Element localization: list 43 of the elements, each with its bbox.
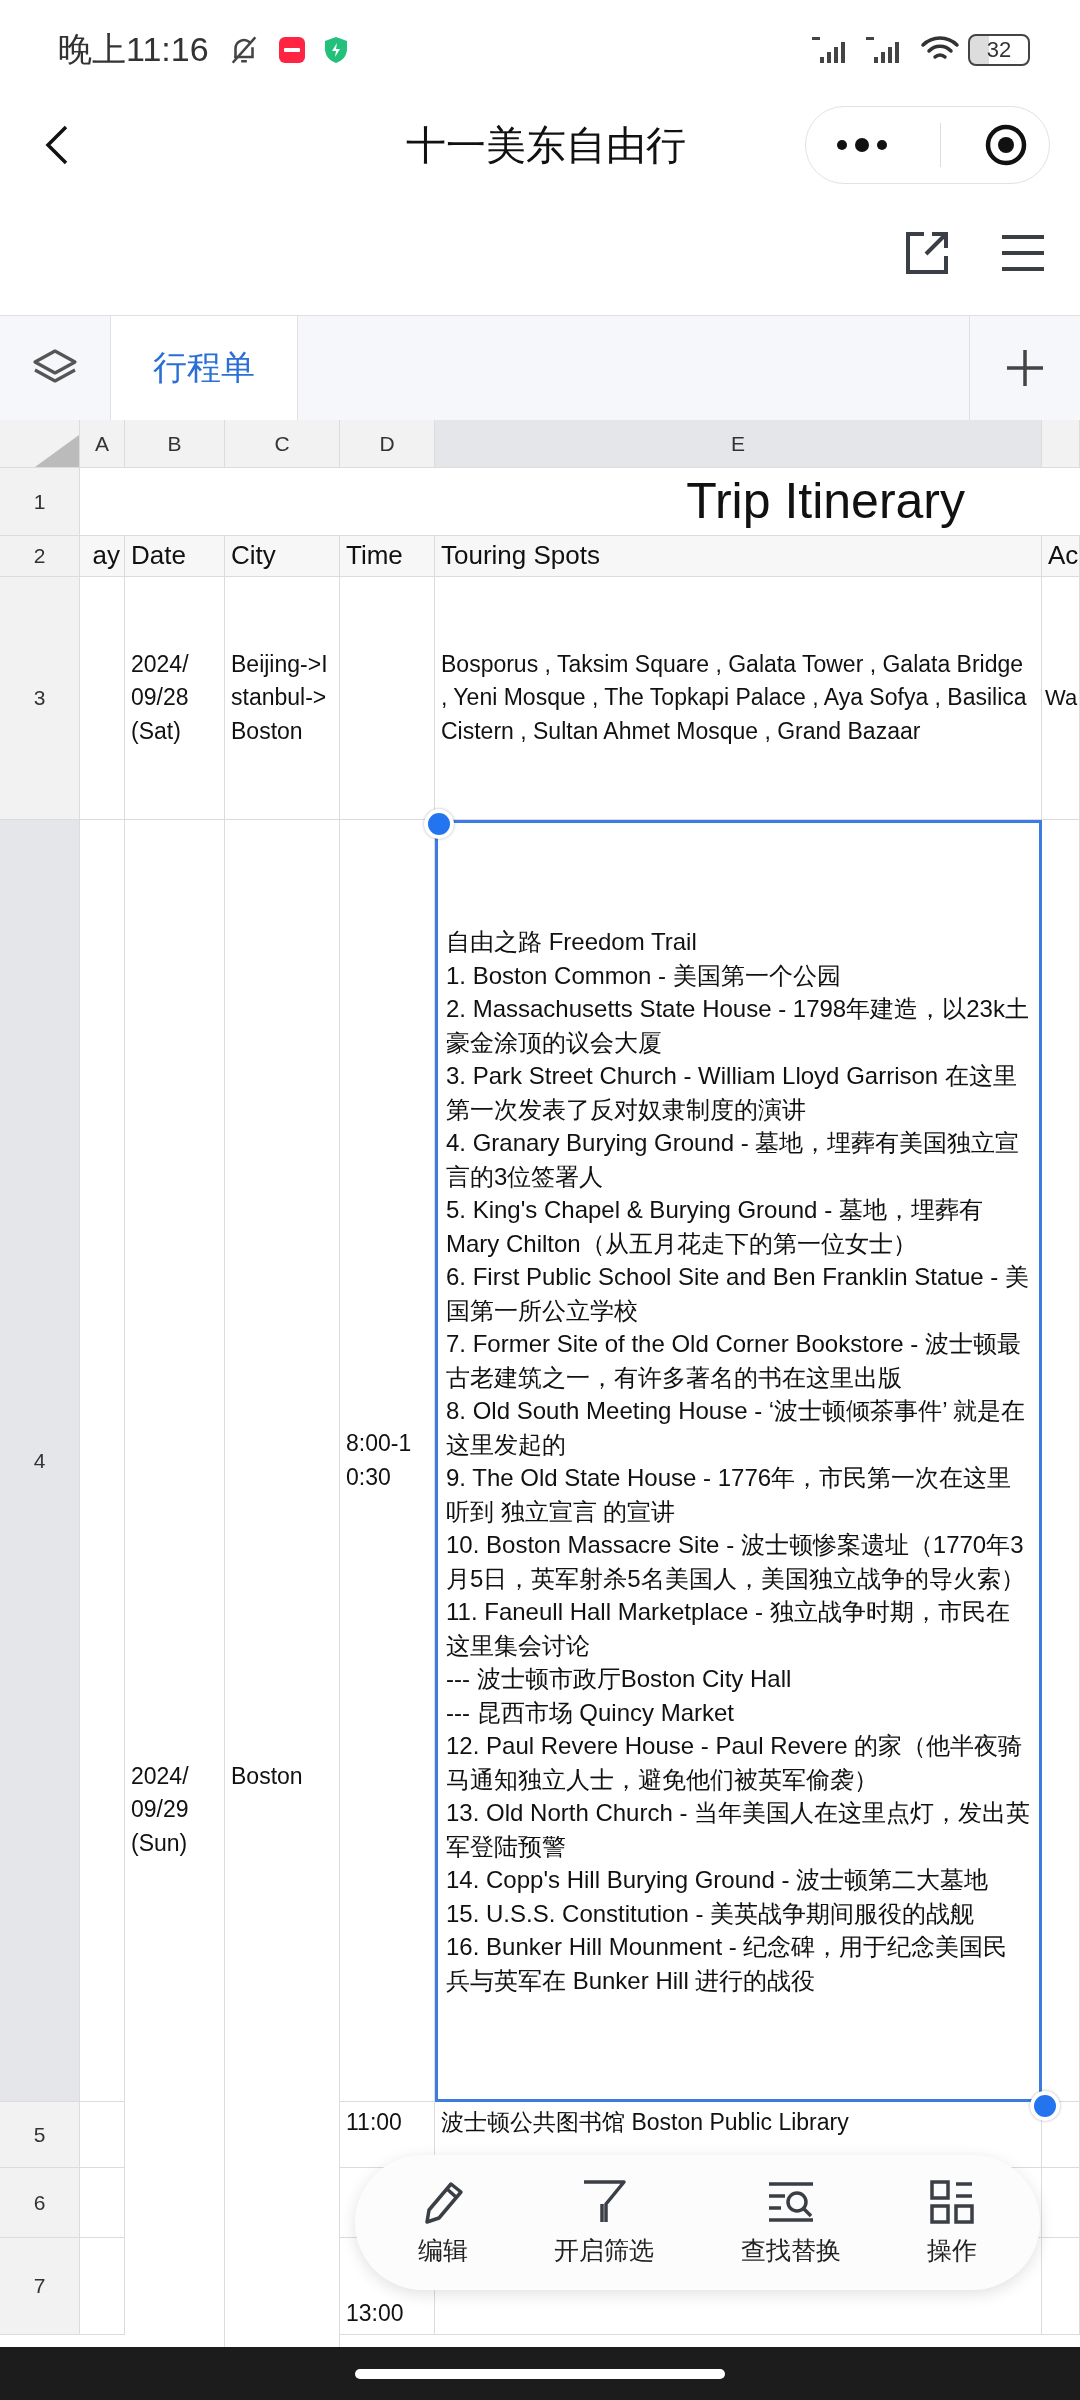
app-icon [278,37,305,63]
table-cell: Wa [1042,577,1080,820]
row-header[interactable]: 1 [0,468,80,536]
selection-handle[interactable] [1030,2091,1060,2121]
row-header[interactable]: 6 [0,2168,80,2238]
sheet-tab[interactable]: 行程单 [111,316,298,420]
shield-icon [322,36,349,64]
table-cell: 2024/ 09/28 (Sat) [125,577,225,820]
toolbar-button[interactable]: 开启筛选 [548,2177,661,2268]
status-time: 晚上11:16 [58,29,209,70]
share-icon[interactable] [904,229,950,276]
table-cell: Beijing->Istanbul->Boston [225,577,340,820]
toolbar-button[interactable]: 查找替换 [734,2177,847,2268]
page-title: 十一美东自由行 [406,121,686,169]
close-target-icon[interactable] [983,123,1028,167]
row-header[interactable]: 4 [0,820,80,2102]
column-header[interactable]: A [80,420,125,468]
grid-icon [927,2178,976,2226]
empty-cell [80,2168,125,2238]
column-header[interactable]: C [225,420,340,468]
row-header[interactable]: 3 [0,577,80,820]
table-header-cell: Time [340,536,435,577]
empty-cell [80,2102,125,2168]
column-header[interactable]: D [340,420,435,468]
table-header-cell: City [225,536,340,577]
table-header-cell: Date [125,536,225,577]
table-cell[interactable]: 自由之路 Freedom Trail 1. Boston Common - 美国第一个公园 2. Massachusetts State House - 1798年建造，以23k土豪金涂顶的议会大厦 3. Park Street Church - William Lloyd Garrison 在这里第一次发表了反对奴隶制度的演讲 4. Granary Burying Ground - 墓地，埋葬有美国独立宣言的3位签署人 5. King's Chapel & Burying Ground - 墓地，埋葬有Mary Chilton（从五月花走下的第一位女士） 6. First Public School Site and Ben Franklin Statue - 美国第一所公立学校 7. Former Site of the Old Corner Bookstore - 波士顿最古老建筑之一，有许多著名的书在这里出版 8. Old South Meeting House - ‘波士顿倾茶事件’ 就是在这里发起的 9. The Old State House - 1776年，市民第一次在这里听到 独立宣言 的宣讲 10. Boston Massacre Site - 波士顿惨案遗址（1770年3月5日，英军射杀5名美国人，美国独立战争的导火索） 11. Faneull Hall Marketplace - 独立战争时期，市民在这里集会讨论 --- 波士顿市政厅Boston City Hall --- 昆西市场 Quincy Market 12. Paul Revere House - Paul Revere 的家（他半夜骑马通知独立人士，避免他们被英军偷袭） 13. Old North Church - 当年美国人在这里点灯，发出英军登陆预警 14. Copp's Hill Burying Ground - 波士顿第二大墓地 15. U.S.S. Constitution - 美英战争期间服役的战舰 16. Bunker Hill Mounment - 纪念碑，用于纪念美国民兵与英军在 Bunker Hill 进行的战役 [435,820,1042,2102]
empty-cell [1042,2168,1080,2238]
column-header[interactable]: B [125,420,225,468]
table-header-cell: ay [80,536,125,577]
row-header[interactable]: 7 [0,2238,80,2335]
menu-icon[interactable] [1000,232,1046,273]
column-header[interactable]: E [435,420,1042,468]
battery-icon: 32 [968,34,1030,66]
table-header-cell: Ac [1042,536,1080,577]
table-cell: 8:00-10:30 [340,820,435,2102]
home-indicator[interactable] [355,2368,725,2379]
add-icon[interactable] [1005,348,1045,388]
selection-handle[interactable] [424,809,454,839]
toolbar-button[interactable]: 操作 [920,2177,983,2268]
row-header[interactable]: 5 [0,2102,80,2168]
table-header-cell: Touring Spots [435,536,1042,577]
row-header[interactable]: 2 [0,536,80,577]
